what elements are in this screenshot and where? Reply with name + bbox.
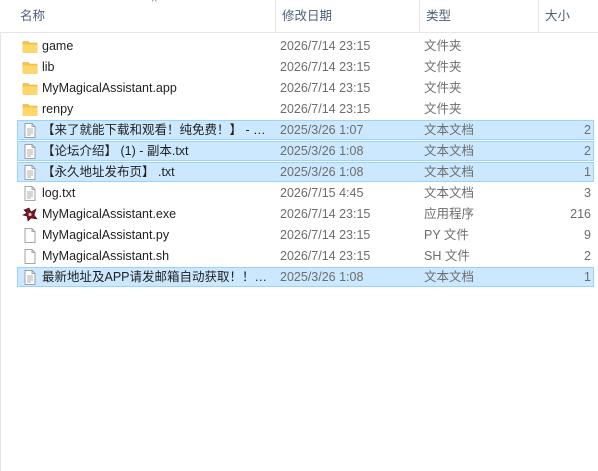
text-document-icon [22,270,38,285]
sort-ascending-icon: ^ [152,0,157,8]
text-document-icon [22,123,38,138]
file-name: MyMagicalAssistant.app [42,81,177,95]
file-row[interactable]: log.txt 2026/7/15 4:45 文本文档 3 [17,183,594,203]
file-name: lib [42,60,55,74]
file-date-modified: 2025/3/26 1:08 [280,270,364,284]
file-type: 文本文档 [424,270,475,284]
file-name: game [42,39,74,53]
file-type: PY 文件 [424,228,469,242]
file-row[interactable]: MyMagicalAssistant.app 2026/7/14 23:15 文件夹 [17,78,594,98]
file-type: 文本文档 [424,123,475,137]
file-row[interactable]: renpy 2026/7/14 23:15 文件夹 [17,99,594,119]
folder-icon [22,102,38,117]
file-date-modified: 2025/3/26 1:08 [280,144,364,158]
file-type: 文件夹 [424,102,462,116]
file-date-modified: 2026/7/15 4:45 [280,186,364,200]
file-date-modified: 2026/7/14 23:15 [280,60,371,74]
file-type: 文件夹 [424,81,462,95]
file-row[interactable]: game 2026/7/14 23:15 文件夹 [17,36,594,56]
file-type: 文本文档 [424,144,475,158]
file-date-modified: 2026/7/14 23:15 [280,102,371,116]
file-type: 文本文档 [424,165,475,179]
file-date-modified: 2026/7/14 23:15 [280,249,371,263]
column-header-type[interactable]: 类型 [419,0,537,32]
column-header-size[interactable]: 大小 [538,0,598,32]
file-row[interactable]: MyMagicalAssistant.sh 2026/7/14 23:15 SH 文… [17,246,594,266]
column-header-name[interactable]: 名称 ^ [14,0,274,32]
file-size: 2 [584,144,591,158]
file-name: 【论坛介绍】 (1) - 副本.txt [42,144,189,158]
folder-icon [22,60,38,75]
column-header-name-label: 名称 [20,9,46,23]
file-name: MyMagicalAssistant.sh [42,249,170,263]
file-name: renpy [42,102,74,116]
text-document-icon [22,144,38,159]
file-row[interactable]: lib 2026/7/14 23:15 文件夹 [17,57,594,77]
application-icon [22,207,38,222]
file-size: 2 [584,249,591,263]
file-name: MyMagicalAssistant.exe [42,207,177,221]
folder-icon [22,81,38,96]
file-type: 文件夹 [424,39,462,53]
file-date-modified: 2026/7/14 23:15 [280,207,371,221]
file-date-modified: 2026/7/14 23:15 [280,39,371,53]
file-size [538,79,591,98]
file-size: 9 [584,228,591,242]
file-date-modified: 2026/7/14 23:15 [280,228,371,242]
folder-icon [22,39,38,54]
file-date-modified: 2026/7/14 23:15 [280,81,371,95]
file-icon [22,249,38,264]
file-icon [22,228,38,243]
file-row[interactable]: 【论坛介绍】 (1) - 副本.txt 2025/3/26 1:08 文本文档 2 [17,141,594,161]
file-size [538,100,591,119]
file-date-modified: 2025/3/26 1:07 [280,123,364,137]
file-date-modified: 2025/3/26 1:08 [280,165,364,179]
file-type: 应用程序 [424,207,475,221]
file-name: log.txt [42,186,76,200]
file-row[interactable]: MyMagicalAssistant.py 2026/7/14 23:15 PY 文… [17,225,594,245]
file-size: 2 [584,123,591,137]
file-size [538,37,591,56]
file-name: 【永久地址发布页】 .txt [42,165,175,179]
file-row[interactable]: 【永久地址发布页】 .txt 2025/3/26 1:08 文本文档 1 [17,162,594,182]
file-name: 【来了就能下载和观看！纯免费！】 - 副... [42,123,274,137]
file-size: 3 [584,186,591,200]
file-size: 1 [584,165,591,179]
file-type: 文本文档 [424,186,475,200]
file-size: 216 [570,207,591,221]
file-name: MyMagicalAssistant.py [42,228,170,242]
file-name: 最新地址及APP请发邮箱自动获取！！！... [42,270,274,284]
file-type: 文件夹 [424,60,462,74]
file-row[interactable]: MyMagicalAssistant.exe 2026/7/14 23:15 应用程… [17,204,594,224]
file-row[interactable]: 【来了就能下载和观看！纯免费！】 - 副... 2025/3/26 1:07 文本文… [17,120,594,140]
file-explorer: 名称 ^ 修改日期 类型 大小 game 2026/7/14 23:15 文件夹 li… [0,0,598,471]
column-header-date[interactable]: 修改日期 [275,0,418,32]
file-size [538,58,591,77]
file-row[interactable]: 最新地址及APP请发邮箱自动获取！！！... 2025/3/26 1:08 文本文档… [17,267,594,287]
text-document-icon [22,165,38,180]
file-type: SH 文件 [424,249,470,263]
pane-border [0,0,1,471]
file-size: 1 [584,270,591,284]
text-document-icon [22,186,38,201]
column-header-bar: 名称 ^ 修改日期 类型 大小 [0,0,598,33]
